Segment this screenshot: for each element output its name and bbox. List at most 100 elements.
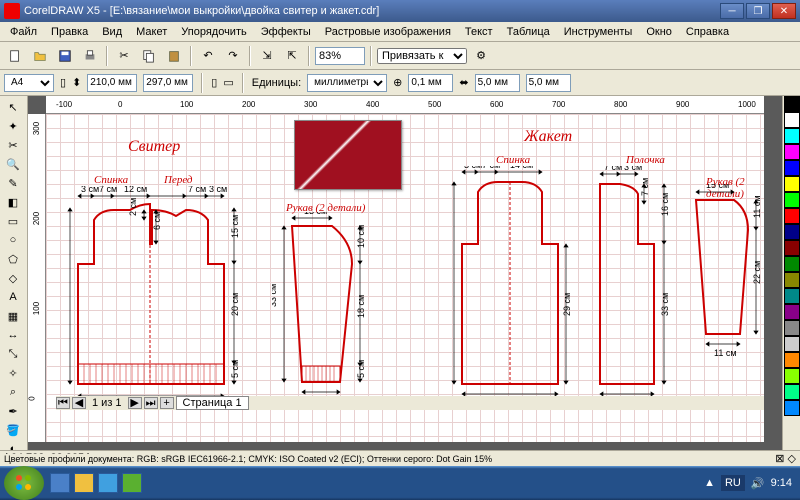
shapes-tool-icon[interactable]: ◇ xyxy=(2,269,24,287)
swatch[interactable] xyxy=(784,368,800,384)
tray-volume-icon[interactable]: 🔊 xyxy=(751,477,765,490)
close-button[interactable]: ✕ xyxy=(772,3,796,19)
polygon-tool-icon[interactable]: ⬠ xyxy=(2,250,24,268)
start-button[interactable] xyxy=(4,466,44,500)
minimize-button[interactable]: ─ xyxy=(720,3,744,19)
paste-icon[interactable] xyxy=(163,45,185,67)
shape-tool-icon[interactable]: ✦ xyxy=(2,117,24,135)
crop-tool-icon[interactable]: ✂ xyxy=(2,136,24,154)
page-width[interactable] xyxy=(87,74,137,92)
redo-icon[interactable]: ↷ xyxy=(222,45,244,67)
zoom-input[interactable] xyxy=(315,47,365,65)
smartfill-tool-icon[interactable]: ◧ xyxy=(2,193,24,211)
swatch[interactable] xyxy=(784,384,800,400)
menu-view[interactable]: Вид xyxy=(96,24,128,40)
menu-arrange[interactable]: Упорядочить xyxy=(175,24,252,40)
pick-tool-icon[interactable]: ↖ xyxy=(2,98,24,116)
swatch[interactable] xyxy=(784,240,800,256)
eyedropper-tool-icon[interactable]: ⌕ xyxy=(2,383,24,401)
canvas[interactable]: Свитер Жакет Спинка Перед Рукав (2 детал… xyxy=(46,114,764,442)
landscape-icon[interactable]: ▭ xyxy=(223,76,233,89)
copy-icon[interactable] xyxy=(138,45,160,67)
menu-bitmaps[interactable]: Растровые изображения xyxy=(319,24,457,40)
ruler-vertical[interactable]: 3002001000 xyxy=(28,114,46,442)
page-first-icon[interactable]: ⏮ xyxy=(56,397,70,409)
taskbar-explorer-icon[interactable] xyxy=(50,473,70,493)
taskbar-folder-icon[interactable] xyxy=(74,473,94,493)
undo-icon[interactable]: ↶ xyxy=(197,45,219,67)
swatch[interactable] xyxy=(784,96,800,112)
menu-window[interactable]: Окно xyxy=(640,24,678,40)
swatch[interactable] xyxy=(784,176,800,192)
swatch[interactable] xyxy=(784,288,800,304)
swatch[interactable] xyxy=(784,352,800,368)
fill-tool-icon[interactable]: 🪣 xyxy=(2,421,24,439)
menu-help[interactable]: Справка xyxy=(680,24,735,40)
snap-select[interactable]: Привязать к xyxy=(377,48,467,64)
import-icon[interactable]: ⇲ xyxy=(256,45,278,67)
save-icon[interactable] xyxy=(54,45,76,67)
swatch[interactable] xyxy=(784,256,800,272)
paper-select[interactable]: A4 xyxy=(4,74,54,92)
options-icon[interactable]: ⚙ xyxy=(470,45,492,67)
piece-sviter-body[interactable]: 3 см 7 см 12 см 7 см 3 см 42 см 15 см 20… xyxy=(66,186,246,416)
page-prev-icon[interactable]: ◀ xyxy=(72,397,86,409)
connector-tool-icon[interactable]: ⤡ xyxy=(2,345,24,363)
rectangle-tool-icon[interactable]: ▭ xyxy=(2,212,24,230)
piece-sviter-sleeve[interactable]: 13 см 33 см 10 см 18 см 5 см 9 см xyxy=(272,212,382,412)
print-icon[interactable] xyxy=(79,45,101,67)
text-tool-icon[interactable]: A xyxy=(2,288,24,306)
swatch[interactable] xyxy=(784,112,800,128)
swatch[interactable] xyxy=(784,400,800,416)
swatch[interactable] xyxy=(784,304,800,320)
menu-tools[interactable]: Инструменты xyxy=(558,24,639,40)
paper-orient-icon[interactable]: ▯ xyxy=(60,76,66,89)
page-add-icon[interactable]: + xyxy=(160,397,174,409)
page-next-icon[interactable]: ▶ xyxy=(128,397,142,409)
cut-icon[interactable]: ✂ xyxy=(113,45,135,67)
swatch[interactable] xyxy=(784,192,800,208)
page-tab[interactable]: Страница 1 xyxy=(176,396,249,410)
swatch[interactable] xyxy=(784,320,800,336)
table-tool-icon[interactable]: ▦ xyxy=(2,307,24,325)
ellipse-tool-icon[interactable]: ○ xyxy=(2,231,24,249)
tray-up-icon[interactable]: ▲ xyxy=(704,477,715,489)
maximize-button[interactable]: ❐ xyxy=(746,3,770,19)
taskbar-app-icon[interactable] xyxy=(122,473,142,493)
tray-lang[interactable]: RU xyxy=(721,475,745,491)
reference-photo[interactable] xyxy=(294,120,402,190)
dupx-input[interactable] xyxy=(475,74,520,92)
swatch[interactable] xyxy=(784,144,800,160)
dupy-input[interactable] xyxy=(526,74,571,92)
ruler-horizontal[interactable]: -10001002003004005006007008009001000 xyxy=(46,96,764,114)
units-select[interactable]: миллиметры xyxy=(307,74,387,92)
new-icon[interactable] xyxy=(4,45,26,67)
nudge-input[interactable] xyxy=(408,74,453,92)
menu-table[interactable]: Таблица xyxy=(501,24,556,40)
swatch[interactable] xyxy=(784,208,800,224)
open-icon[interactable] xyxy=(29,45,51,67)
fill-indicator-icon[interactable]: ⊠ ◇ xyxy=(775,452,796,465)
menu-file[interactable]: Файл xyxy=(4,24,43,40)
swatch[interactable] xyxy=(784,272,800,288)
page-last-icon[interactable]: ⏭ xyxy=(144,397,158,409)
swatch[interactable] xyxy=(784,128,800,144)
menu-edit[interactable]: Правка xyxy=(45,24,94,40)
portrait-icon[interactable]: ▯ xyxy=(211,76,217,89)
tray-clock[interactable]: 9:14 xyxy=(771,477,792,489)
dimension-tool-icon[interactable]: ↔ xyxy=(2,326,24,344)
menu-text[interactable]: Текст xyxy=(459,24,499,40)
menu-effects[interactable]: Эффекты xyxy=(255,24,317,40)
swatch[interactable] xyxy=(784,224,800,240)
freehand-tool-icon[interactable]: ✎ xyxy=(2,174,24,192)
outline-tool-icon[interactable]: ✒ xyxy=(2,402,24,420)
export-icon[interactable]: ⇱ xyxy=(281,45,303,67)
effects-tool-icon[interactable]: ✧ xyxy=(2,364,24,382)
page-height[interactable] xyxy=(143,74,193,92)
swatch[interactable] xyxy=(784,160,800,176)
piece-zhaket-front[interactable]: 7 см 3 см 16 см 33 см 17 см 7 см xyxy=(584,166,694,416)
taskbar-skype-icon[interactable] xyxy=(98,473,118,493)
menu-layout[interactable]: Макет xyxy=(130,24,173,40)
piece-zhaket-back[interactable]: 3 см 7 см 14 см 47 см 29 см 17 см xyxy=(450,166,580,416)
swatch[interactable] xyxy=(784,336,800,352)
